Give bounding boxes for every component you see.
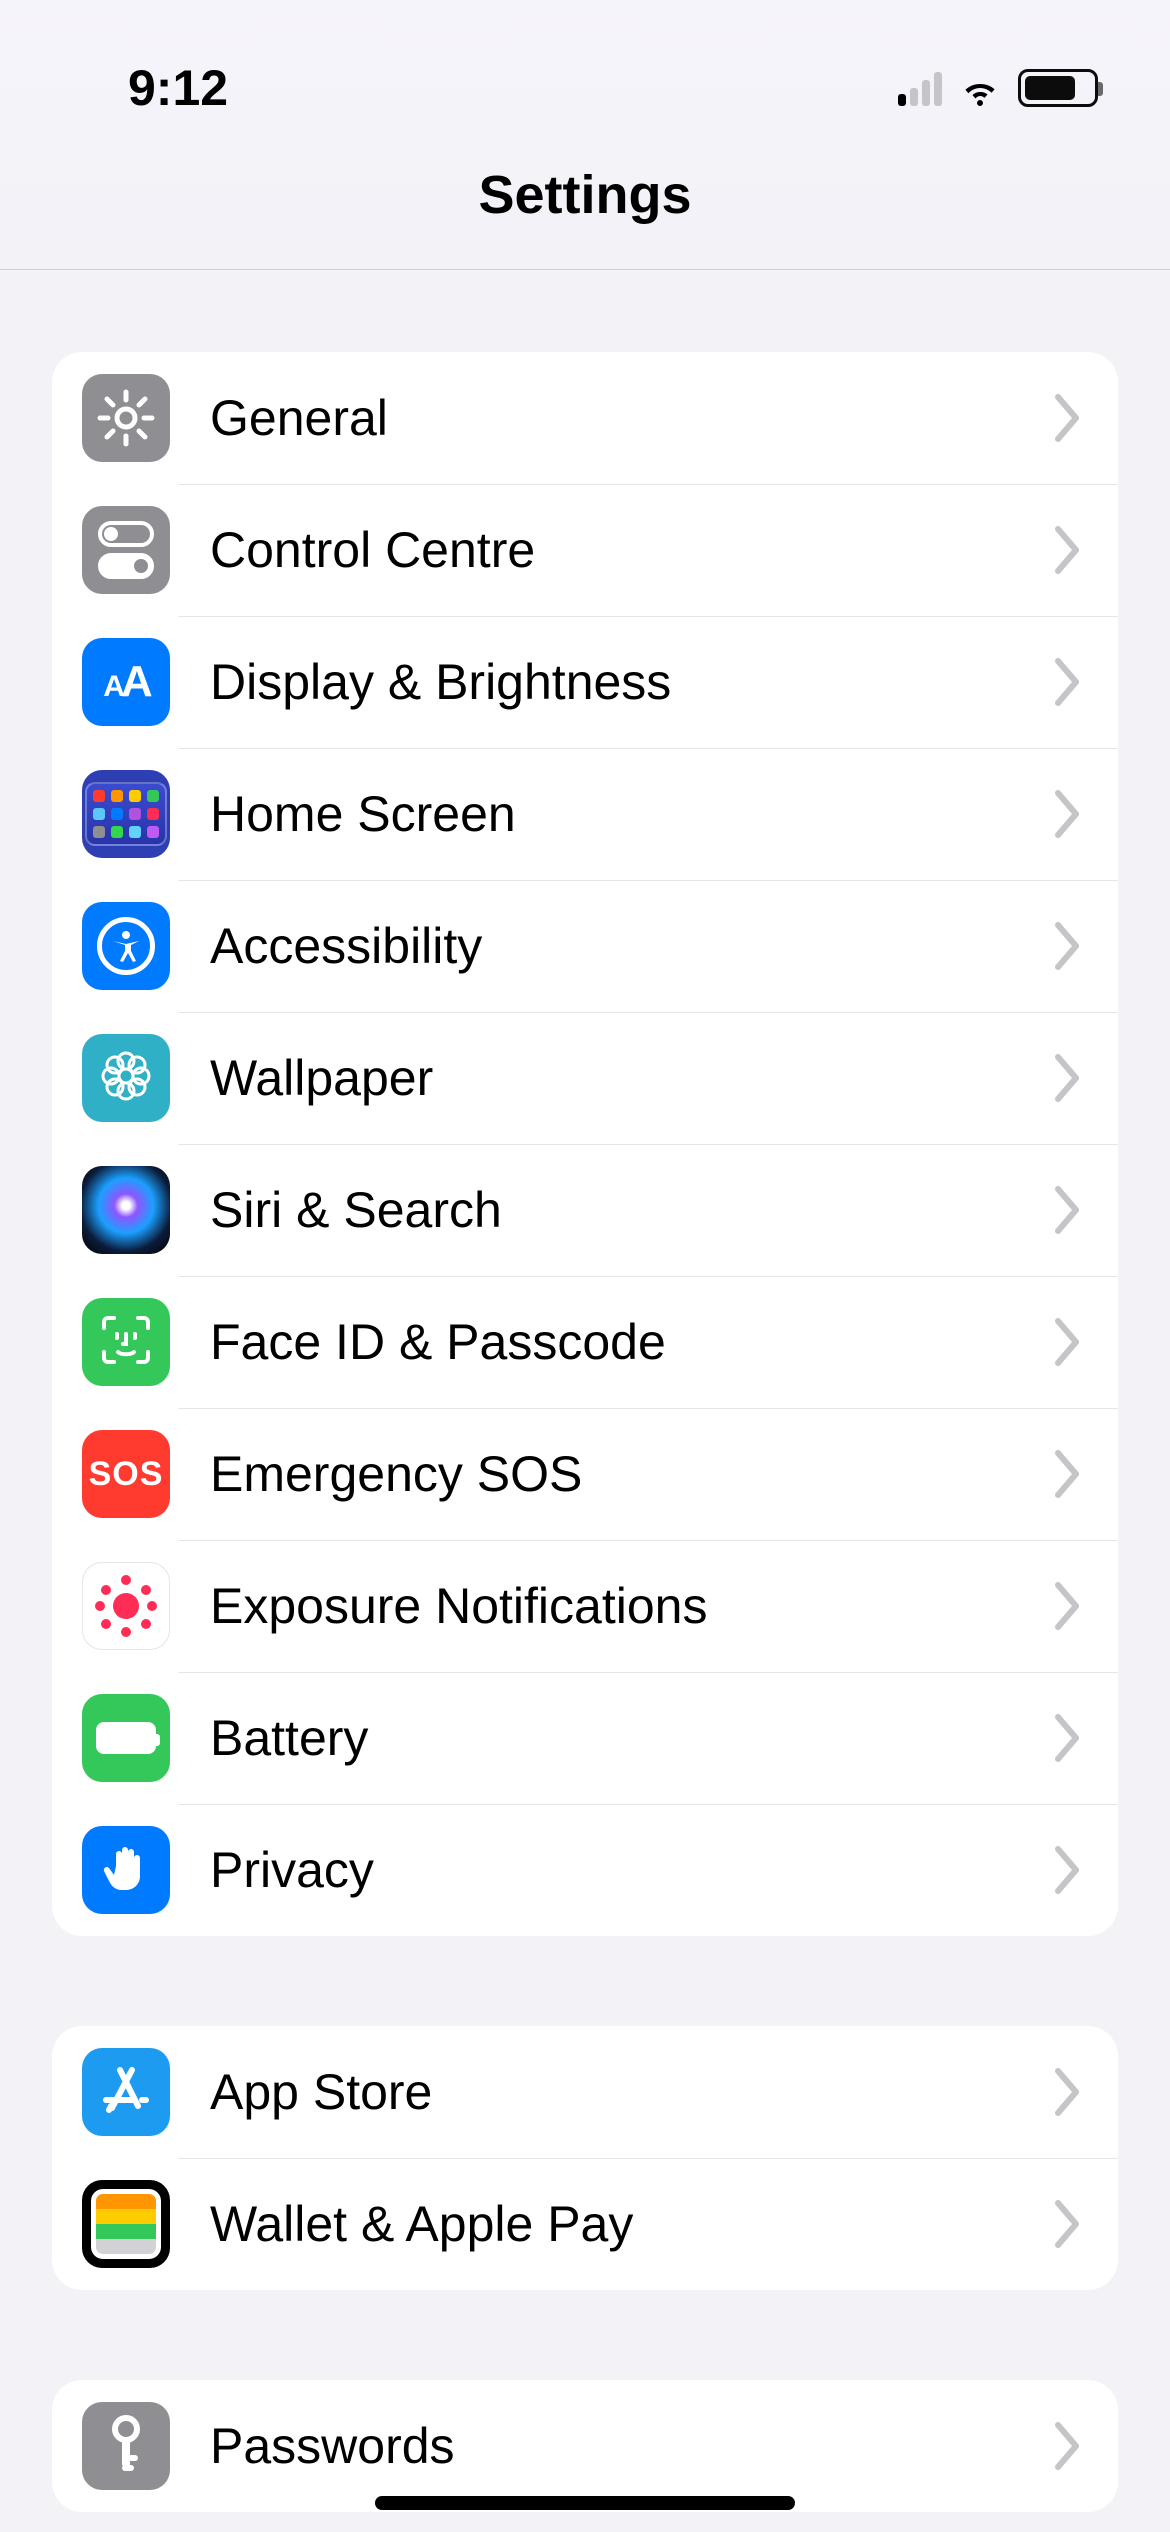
- chevron-right-icon: [1052, 1449, 1082, 1499]
- settings-row-privacy[interactable]: Privacy: [52, 1804, 1118, 1936]
- status-indicators: [898, 69, 1110, 107]
- gear-icon: [82, 374, 170, 462]
- settings-row-label: Accessibility: [210, 917, 482, 975]
- settings-row-label: General: [210, 389, 388, 447]
- faceid-icon: [82, 1298, 170, 1386]
- accessibility-icon: [82, 902, 170, 990]
- battery-icon: [82, 1694, 170, 1782]
- settings-row-label: Privacy: [210, 1841, 374, 1899]
- settings-row-control-centre[interactable]: Control Centre: [52, 484, 1118, 616]
- settings-row-label: Wallpaper: [210, 1049, 433, 1107]
- hand-icon: [82, 1826, 170, 1914]
- settings-row-appstore[interactable]: App Store: [52, 2026, 1118, 2158]
- settings-row-label: Display & Brightness: [210, 653, 671, 711]
- chevron-right-icon: [1052, 525, 1082, 575]
- sos-icon: SOS: [82, 1430, 170, 1518]
- home-indicator[interactable]: [375, 2496, 795, 2510]
- text-size-icon: AA: [82, 638, 170, 726]
- settings-row-label: App Store: [210, 2063, 432, 2121]
- settings-row-label: Battery: [210, 1709, 368, 1767]
- settings-row-passwords[interactable]: Passwords: [52, 2380, 1118, 2512]
- settings-row-wallpaper[interactable]: Wallpaper: [52, 1012, 1118, 1144]
- settings-row-exposure[interactable]: Exposure Notifications: [52, 1540, 1118, 1672]
- settings-row-siri[interactable]: Siri & Search: [52, 1144, 1118, 1276]
- settings-row-faceid[interactable]: Face ID & Passcode: [52, 1276, 1118, 1408]
- settings-row-battery[interactable]: Battery: [52, 1672, 1118, 1804]
- settings-row-label: Siri & Search: [210, 1181, 502, 1239]
- chevron-right-icon: [1052, 2067, 1082, 2117]
- app-grid-icon: [82, 770, 170, 858]
- settings-row-accessibility[interactable]: Accessibility: [52, 880, 1118, 1012]
- chevron-right-icon: [1052, 657, 1082, 707]
- chevron-right-icon: [1052, 1053, 1082, 1103]
- chevron-right-icon: [1052, 2421, 1082, 2471]
- settings-row-label: Home Screen: [210, 785, 516, 843]
- chevron-right-icon: [1052, 1845, 1082, 1895]
- status-bar: 9:12: [0, 0, 1170, 120]
- exposure-icon: [82, 1562, 170, 1650]
- wifi-icon: [958, 70, 1002, 106]
- chevron-right-icon: [1052, 789, 1082, 839]
- settings-group-3: Passwords: [52, 2380, 1118, 2512]
- flower-icon: [82, 1034, 170, 1122]
- settings-row-label: Wallet & Apple Pay: [210, 2195, 633, 2253]
- settings-group-2: App Store Wallet & Apple Pay: [52, 2026, 1118, 2290]
- settings-group-1: General Control Centre AA Display & Brig…: [52, 352, 1118, 1936]
- settings-row-label: Emergency SOS: [210, 1445, 582, 1503]
- chevron-right-icon: [1052, 1581, 1082, 1631]
- toggles-icon: [82, 506, 170, 594]
- status-time: 9:12: [128, 59, 228, 117]
- settings-scroll[interactable]: General Control Centre AA Display & Brig…: [0, 272, 1170, 2532]
- battery-icon: [1018, 69, 1098, 107]
- key-icon: [82, 2402, 170, 2490]
- chevron-right-icon: [1052, 1713, 1082, 1763]
- settings-row-general[interactable]: General: [52, 352, 1118, 484]
- wallet-icon: [82, 2180, 170, 2268]
- settings-row-wallet[interactable]: Wallet & Apple Pay: [52, 2158, 1118, 2290]
- appstore-icon: [82, 2048, 170, 2136]
- settings-row-label: Face ID & Passcode: [210, 1313, 666, 1371]
- settings-row-label: Control Centre: [210, 521, 535, 579]
- chevron-right-icon: [1052, 1185, 1082, 1235]
- settings-row-label: Passwords: [210, 2417, 455, 2475]
- settings-row-label: Exposure Notifications: [210, 1577, 707, 1635]
- settings-row-sos[interactable]: SOS Emergency SOS: [52, 1408, 1118, 1540]
- siri-icon: [82, 1166, 170, 1254]
- chevron-right-icon: [1052, 1317, 1082, 1367]
- nav-header: Settings: [0, 120, 1170, 270]
- settings-row-display[interactable]: AA Display & Brightness: [52, 616, 1118, 748]
- chevron-right-icon: [1052, 921, 1082, 971]
- chevron-right-icon: [1052, 2199, 1082, 2249]
- cellular-signal-icon: [898, 70, 942, 106]
- page-title: Settings: [478, 164, 691, 226]
- settings-row-home-screen[interactable]: Home Screen: [52, 748, 1118, 880]
- chevron-right-icon: [1052, 393, 1082, 443]
